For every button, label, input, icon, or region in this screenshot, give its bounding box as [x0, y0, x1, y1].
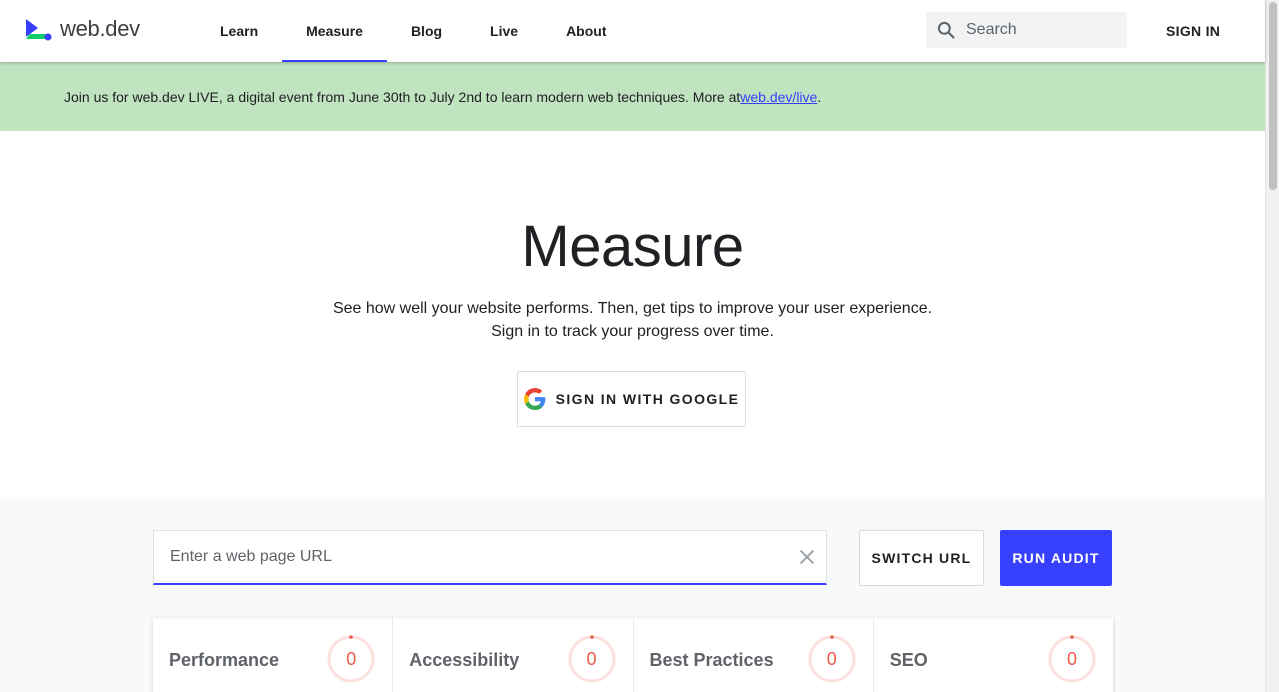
- google-button-label: SIGN IN WITH GOOGLE: [555, 391, 740, 407]
- nav-measure[interactable]: Measure: [282, 0, 387, 62]
- score-value: 0: [826, 648, 837, 669]
- score-card-best-practices[interactable]: Best Practices 0: [634, 618, 874, 692]
- page-scrollbar[interactable]: [1265, 0, 1279, 692]
- audit-section: SWITCH URL RUN AUDIT Performance 0 Acces…: [0, 497, 1265, 692]
- score-label: SEO: [889, 650, 928, 670]
- nav-about[interactable]: About: [542, 0, 630, 62]
- sign-in-with-google-button[interactable]: SIGN IN WITH GOOGLE: [517, 371, 746, 427]
- score-cards: Performance 0 Accessibility 0 Best Pract…: [153, 618, 1113, 692]
- switch-url-button[interactable]: SWITCH URL: [859, 530, 984, 586]
- score-value: 0: [586, 648, 597, 669]
- event-banner: Join us for web.dev LIVE, a digital even…: [0, 62, 1265, 131]
- banner-link[interactable]: web.dev/live: [740, 89, 817, 105]
- score-card-seo[interactable]: SEO 0: [874, 618, 1113, 692]
- search-input[interactable]: [966, 21, 1116, 39]
- score-card-performance[interactable]: Performance 0: [153, 618, 394, 692]
- score-value: 0: [346, 648, 357, 669]
- score-label: Accessibility: [409, 650, 520, 670]
- web-dev-logo-icon: [26, 19, 52, 41]
- score-label: Best Practices: [649, 650, 774, 670]
- search-box[interactable]: [926, 12, 1127, 48]
- nav-blog[interactable]: Blog: [387, 0, 466, 62]
- main-nav: Learn Measure Blog Live About: [196, 0, 631, 62]
- nav-learn[interactable]: Learn: [196, 0, 282, 62]
- url-field[interactable]: [153, 530, 827, 585]
- google-icon: [523, 388, 545, 410]
- page-title: Measure: [521, 214, 744, 279]
- banner-suffix: .: [817, 88, 822, 105]
- logo-text: web.dev: [60, 16, 140, 41]
- banner-text: Join us for web.dev LIVE, a digital even…: [64, 88, 741, 105]
- hero-subtitle: See how well your website performs. Then…: [0, 297, 1265, 343]
- sign-in-button[interactable]: SIGN IN: [1150, 0, 1236, 62]
- search-icon: [937, 21, 955, 39]
- site-header: web.dev Learn Measure Blog Live About SI…: [0, 0, 1265, 62]
- hero-subtitle-line2: Sign in to track your progress over time…: [491, 323, 774, 340]
- url-input[interactable]: [170, 548, 770, 566]
- scrollbar-thumb[interactable]: [1269, 2, 1277, 190]
- score-card-accessibility[interactable]: Accessibility 0: [393, 618, 634, 692]
- score-value: 0: [1066, 648, 1077, 669]
- hero-subtitle-line1: See how well your website performs. Then…: [332, 300, 933, 317]
- nav-live[interactable]: Live: [466, 0, 542, 62]
- hero-section: Measure See how well your website perfor…: [0, 131, 1265, 497]
- logo[interactable]: web.dev: [24, 16, 140, 42]
- run-audit-button[interactable]: RUN AUDIT: [1000, 530, 1112, 586]
- close-icon[interactable]: [796, 546, 818, 568]
- score-label: Performance: [169, 650, 280, 670]
